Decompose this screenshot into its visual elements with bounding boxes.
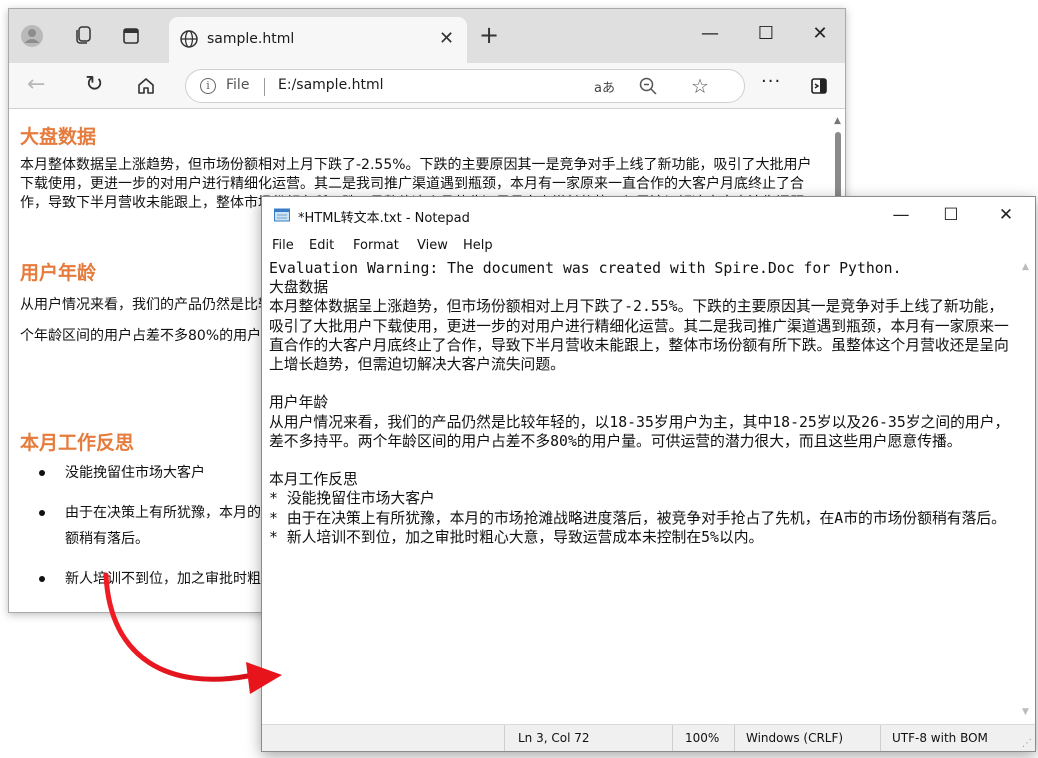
menu-help[interactable]: Help xyxy=(463,238,493,253)
browser-titlebar: sample.html ✕ + — ☐ ✕ xyxy=(9,9,845,63)
maximize-icon[interactable]: ☐ xyxy=(755,23,777,45)
heading-reflection: 本月工作反思 xyxy=(20,432,135,454)
close-window-icon[interactable]: ✕ xyxy=(809,23,831,45)
menu-edit[interactable]: Edit xyxy=(309,238,334,253)
menu-format[interactable]: Format xyxy=(353,238,399,253)
status-cursor-position: Ln 3, Col 72 xyxy=(518,731,590,745)
sidebar-toggle-icon[interactable] xyxy=(811,78,827,94)
read-aloud-icon[interactable]: aあ xyxy=(594,77,615,96)
status-encoding: UTF-8 with BOM xyxy=(892,731,988,745)
status-divider xyxy=(734,725,735,751)
close-tab-icon[interactable]: ✕ xyxy=(439,29,457,49)
status-divider xyxy=(880,725,881,751)
address-bar[interactable]: i File E:/sample.html aあ ☆ xyxy=(185,69,745,103)
notepad-text[interactable]: Evaluation Warning: The document was cre… xyxy=(269,259,1013,547)
notepad-text-area[interactable]: Evaluation Warning: The document was cre… xyxy=(262,259,1035,721)
profile-icon[interactable] xyxy=(21,25,43,47)
scroll-down-arrow-icon[interactable]: ▼ xyxy=(1022,707,1029,717)
notepad-icon xyxy=(274,208,290,222)
maximize-icon[interactable]: ☐ xyxy=(940,205,962,225)
notepad-menubar: File Edit Format View Help xyxy=(262,233,1035,259)
scroll-up-arrow-icon[interactable]: ▲ xyxy=(834,116,841,126)
status-zoom: 100% xyxy=(685,731,720,745)
address-divider xyxy=(264,78,265,96)
notepad-window: *HTML转文本.txt - Notepad — ☐ ✕ File Edit F… xyxy=(261,196,1036,752)
info-icon[interactable]: i xyxy=(200,78,216,94)
zoom-icon[interactable] xyxy=(638,76,658,96)
home-icon[interactable] xyxy=(135,75,157,97)
globe-icon xyxy=(180,30,198,48)
notepad-statusbar: Ln 3, Col 72 100% Windows (CRLF) UTF-8 w… xyxy=(262,724,1035,751)
heading-market-data: 大盘数据 xyxy=(20,126,97,148)
heading-user-age: 用户年龄 xyxy=(20,262,97,284)
status-divider xyxy=(672,725,673,751)
back-arrow-icon[interactable]: ← xyxy=(27,74,45,96)
browser-toolbar: ← ↻ i File E:/sample.html aあ ☆ ··· xyxy=(9,63,845,109)
tab-sample-html[interactable]: sample.html ✕ xyxy=(169,17,467,63)
refresh-icon[interactable]: ↻ xyxy=(85,73,103,97)
notepad-scrollbar[interactable]: ▲ ▼ xyxy=(1018,259,1035,721)
new-tab-icon[interactable]: + xyxy=(479,23,499,47)
tab-actions-icon[interactable] xyxy=(121,26,141,46)
minimize-icon[interactable]: — xyxy=(699,23,721,45)
notepad-title: *HTML转文本.txt - Notepad xyxy=(298,211,470,226)
tab-title: sample.html xyxy=(207,31,295,47)
resize-grip-icon[interactable]: ⋰ xyxy=(1022,738,1032,749)
minimize-icon[interactable]: — xyxy=(890,205,912,225)
favorite-star-icon[interactable]: ☆ xyxy=(691,74,709,98)
menu-view[interactable]: View xyxy=(417,238,448,253)
status-divider xyxy=(504,725,505,751)
menu-file[interactable]: File xyxy=(272,238,294,253)
workspaces-icon[interactable] xyxy=(73,25,93,45)
close-window-icon[interactable]: ✕ xyxy=(995,205,1017,225)
address-scheme: File xyxy=(226,77,250,93)
more-menu-icon[interactable]: ··· xyxy=(761,73,781,91)
notepad-titlebar: *HTML转文本.txt - Notepad — ☐ ✕ xyxy=(262,197,1035,233)
status-line-ending: Windows (CRLF) xyxy=(746,731,844,745)
address-url: E:/sample.html xyxy=(278,77,384,93)
scroll-up-arrow-icon[interactable]: ▲ xyxy=(1022,262,1029,272)
